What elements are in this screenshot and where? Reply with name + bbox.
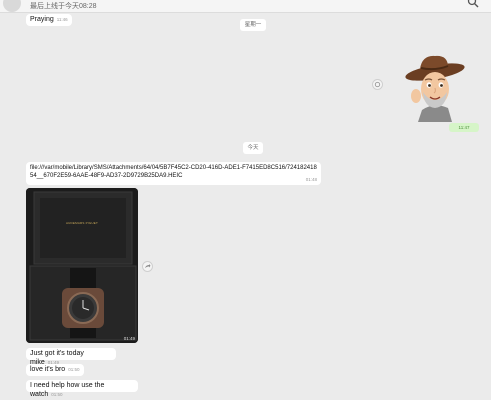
last-online-status: 最后上线于今天08:28 [30, 3, 97, 10]
sent-time-text: 11:47 [458, 125, 470, 130]
message-text: Praying [30, 16, 54, 23]
chat-header: 最后上线于今天08:28 [0, 0, 491, 13]
message-time: 01:50 [51, 392, 63, 397]
message-photo-watch[interactable]: AUDEMARS PIGUET 01:49 [26, 188, 138, 343]
forward-button[interactable] [142, 261, 153, 272]
watch-box-brand: AUDEMARS PIGUET [65, 221, 98, 225]
message-time: 11:46 [56, 17, 68, 22]
contact-avatar[interactable] [3, 0, 21, 12]
day-separator-today: 今天 [243, 142, 263, 154]
watch-box-photo [26, 188, 138, 343]
sticker-sent-time: 11:47 [449, 123, 479, 132]
message-praying[interactable]: Praying 11:46 [26, 14, 72, 26]
message-text: I need help how use the watch [30, 382, 105, 398]
message-just-got[interactable]: Just got it's today mike 01:49 [26, 348, 116, 366]
search-icon[interactable] [467, 0, 479, 8]
photo-time: 01:49 [123, 336, 135, 341]
forward-icon [145, 264, 151, 268]
message-text: file:///var/mobile/Library/SMS/Attachmen… [30, 165, 317, 179]
message-time: 01:48 [305, 177, 317, 182]
sticker-action-button[interactable] [372, 79, 383, 90]
message-text: love it's bro [30, 366, 66, 373]
day-separator: 星期一 [240, 19, 266, 31]
reaction-icon [374, 81, 381, 88]
message-file-path[interactable]: file:///var/mobile/Library/SMS/Attachmen… [26, 162, 321, 185]
message-need-help[interactable]: I need help how use the watch 01:50 [26, 380, 138, 398]
message-time: 01:50 [68, 367, 80, 372]
message-love[interactable]: love it's bro 01:50 [26, 364, 84, 376]
cowboy-memoji-sticker[interactable] [402, 52, 465, 122]
